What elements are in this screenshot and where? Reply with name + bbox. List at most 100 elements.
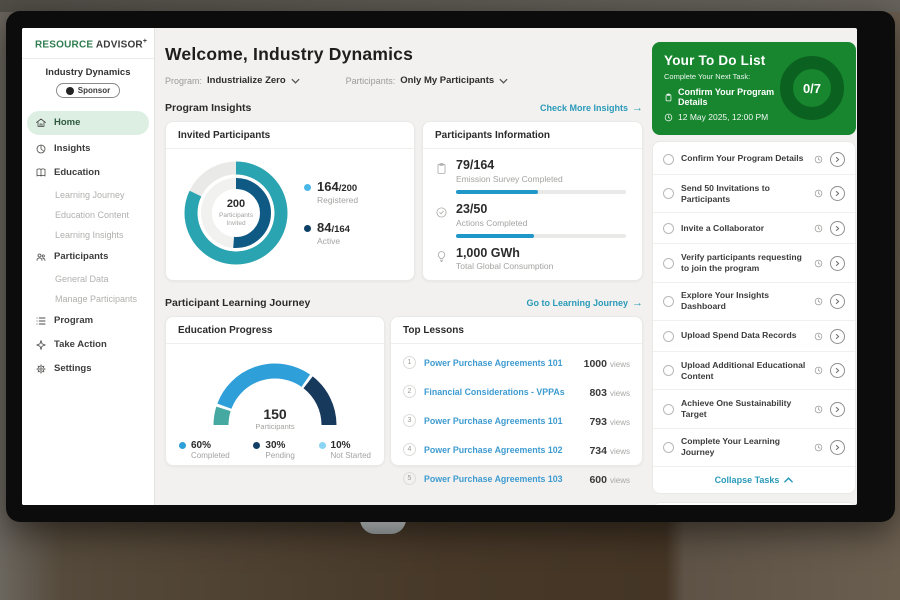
chevron-right-icon (834, 260, 841, 267)
task-label: Complete Your Learning Journey (681, 436, 807, 458)
task-checkbox[interactable] (663, 258, 674, 269)
todo-task-row[interactable]: Send 50 Invitations to Participants (653, 175, 855, 213)
sidebar-item-participants[interactable]: Participants (22, 245, 154, 269)
task-checkbox[interactable] (663, 296, 674, 307)
arrow-right-icon: → (632, 298, 643, 309)
sidebar-item-general-data[interactable]: General Data (22, 269, 154, 289)
monitor-bezel: RESOURCE ADVISOR+ Industry Dynamics Spon… (6, 11, 895, 522)
task-chevron-button[interactable] (830, 363, 845, 378)
app-logo[interactable]: RESOURCE ADVISOR+ (22, 28, 154, 59)
task-chevron-button[interactable] (830, 256, 845, 271)
progress-bar (456, 234, 626, 238)
progress-bar (456, 190, 626, 194)
dashboard-screen: RESOURCE ADVISOR+ Industry Dynamics Spon… (22, 28, 857, 505)
task-chevron-button[interactable] (830, 294, 845, 309)
todo-task-row[interactable]: Invite a Collaborator (653, 213, 855, 244)
lesson-row: 3 Power Purchase Agreements 101 793views (403, 406, 630, 435)
gauge-legend: 60%Completed 30%Pending 10%Not Started (166, 433, 384, 460)
invited-participants-body: 200 Participants Invited 164/200 Registe… (166, 149, 414, 269)
sidebar-item-manage-participants[interactable]: Manage Participants (22, 289, 154, 309)
rank-badge: 1 (403, 356, 416, 369)
check-circle-icon (435, 206, 448, 219)
task-chevron-button[interactable] (830, 329, 845, 344)
task-chevron-button[interactable] (830, 186, 845, 201)
sponsor-badge: Sponsor (56, 83, 120, 98)
todo-tasks-card: Confirm Your Program Details Send 50 Inv… (652, 141, 856, 494)
task-checkbox[interactable] (663, 331, 674, 342)
todo-task-row[interactable]: Upload Additional Educational Content (653, 352, 855, 390)
recent-news-card: Recent News (652, 502, 856, 505)
task-label: Send 50 Invitations to Participants (681, 183, 807, 205)
task-checkbox[interactable] (663, 223, 674, 234)
lessons-list: 1 Power Purchase Agreements 101 1000view… (391, 344, 642, 493)
todo-task-row[interactable]: Complete Your Learning Journey (653, 429, 855, 467)
sidebar-item-insights[interactable]: Insights (22, 137, 154, 161)
sidebar-item-label: Education Content (55, 210, 129, 220)
sidebar-item-take-action[interactable]: Take Action (22, 333, 154, 357)
sidebar-item-program[interactable]: Program (22, 309, 154, 333)
task-checkbox[interactable] (663, 404, 674, 415)
chevron-right-icon (834, 444, 841, 451)
program-filter-label: Program: (165, 76, 202, 86)
chevron-right-icon (834, 190, 841, 197)
lesson-link[interactable]: Power Purchase Agreements 102 (424, 445, 581, 455)
lesson-link[interactable]: Power Purchase Agreements 101 (424, 416, 581, 426)
sidebar-item-home[interactable]: Home (27, 111, 149, 135)
clock-icon (814, 189, 823, 198)
sidebar: RESOURCE ADVISOR+ Industry Dynamics Spon… (22, 28, 155, 505)
brand-advisor: ADVISOR (96, 39, 143, 50)
participants-filter[interactable]: Participants: Only My Participants (346, 75, 509, 86)
sidebar-item-label: General Data (55, 274, 109, 284)
sidebar-item-settings[interactable]: Settings (22, 357, 154, 381)
stat-global-consumption: 1,000 GWh Total Global Consumption (435, 247, 628, 272)
rank-badge: 3 (403, 414, 416, 427)
sidebar-item-label: Take Action (54, 339, 107, 350)
lesson-link[interactable]: Power Purchase Agreements 103 (424, 474, 581, 484)
card-title: Participants Information (423, 122, 642, 149)
todo-summary-card: Your To Do List Complete Your Next Task:… (652, 42, 856, 135)
task-chevron-button[interactable] (830, 221, 845, 236)
go-to-learning-journey-link[interactable]: Go to Learning Journey→ (526, 298, 643, 309)
task-chevron-button[interactable] (830, 440, 845, 455)
sidebar-item-learning-journey[interactable]: Learning Journey (22, 185, 154, 205)
chevron-right-icon (834, 367, 841, 374)
chevron-right-icon (834, 298, 841, 305)
lesson-link[interactable]: Power Purchase Agreements 101 (424, 358, 576, 368)
task-label: Verify participants requesting to join t… (681, 252, 807, 274)
clock-icon (814, 332, 823, 341)
brand-resource: RESOURCE (35, 39, 93, 50)
page-title: Welcome, Industry Dynamics (165, 44, 643, 65)
sidebar-item-education[interactable]: Education (22, 161, 154, 185)
collapse-tasks-link[interactable]: Collapse Tasks (653, 467, 855, 490)
clock-icon (814, 366, 823, 375)
sidebar-item-education-content[interactable]: Education Content (22, 205, 154, 225)
lesson-link[interactable]: Financial Considerations - VPPAs (424, 387, 581, 397)
participants-information-card: Participants Information 79/164 Emission… (422, 121, 643, 281)
sidebar-item-learning-insights[interactable]: Learning Insights (22, 225, 154, 245)
task-checkbox[interactable] (663, 188, 674, 199)
todo-task-row[interactable]: Upload Spend Data Records (653, 321, 855, 352)
task-chevron-button[interactable] (830, 402, 845, 417)
legend-dot (253, 442, 260, 449)
task-checkbox[interactable] (663, 154, 674, 165)
stat-emission-survey: 79/164 Emission Survey Completed (435, 159, 628, 194)
todo-task-row[interactable]: Explore Your Insights Dashboard (653, 283, 855, 321)
clock-icon (814, 405, 823, 414)
todo-task-row[interactable]: Confirm Your Program Details (653, 144, 855, 175)
section-title-learning-journey: Participant Learning Journey (165, 297, 310, 309)
task-chevron-button[interactable] (830, 152, 845, 167)
todo-task-row[interactable]: Achieve One Sustainability Target (653, 390, 855, 428)
lightbulb-icon (435, 250, 448, 263)
program-filter[interactable]: Program: Industrialize Zero (165, 75, 300, 86)
task-checkbox[interactable] (663, 365, 674, 376)
task-label: Explore Your Insights Dashboard (681, 290, 807, 312)
sidebar-item-label: Manage Participants (55, 294, 137, 304)
legend-completed: 60%Completed (179, 440, 230, 460)
check-more-insights-link[interactable]: Check More Insights→ (540, 103, 643, 114)
donut-legend: 164/200 Registered 84/164 Active (304, 180, 358, 247)
arrow-right-icon: → (632, 103, 643, 114)
todo-task-row[interactable]: Verify participants requesting to join t… (653, 244, 855, 282)
take-action-icon (35, 339, 47, 351)
task-checkbox[interactable] (663, 442, 674, 453)
card-title: Invited Participants (166, 122, 414, 149)
